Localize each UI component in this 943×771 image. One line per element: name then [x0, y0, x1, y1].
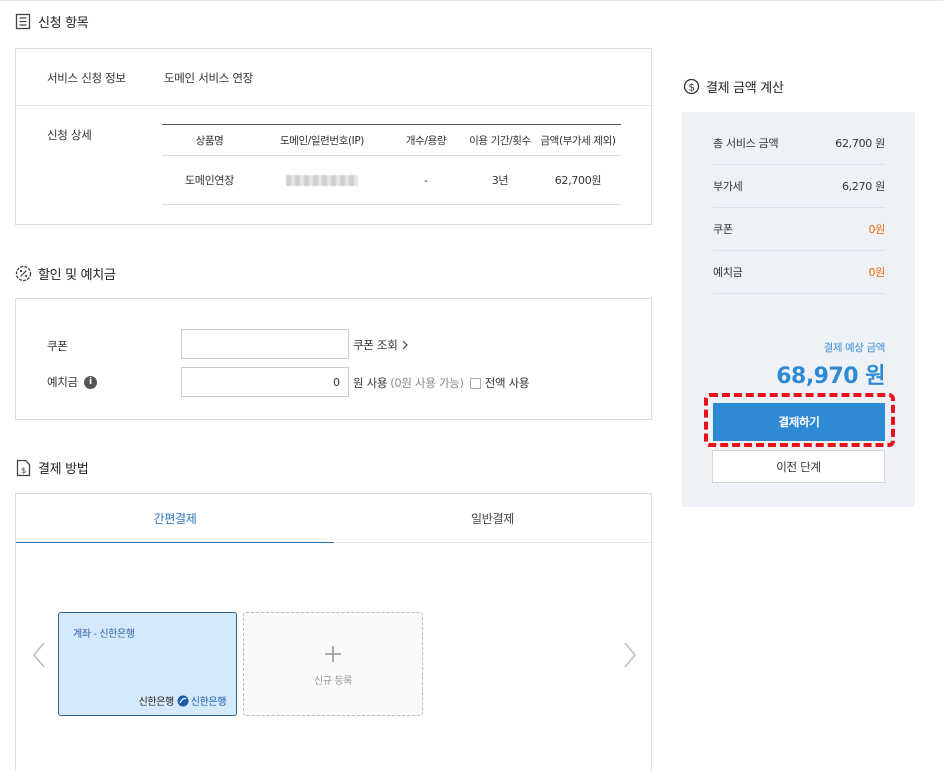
deposit-input[interactable]: [181, 367, 349, 397]
service-info-value: 도메인 서비스 연장: [164, 71, 253, 85]
section-title-summary: $ 결제 금액 계산: [682, 77, 784, 96]
summary-label: 총 서비스 금액: [713, 137, 779, 150]
table-row: 도메인연장 - 3년 62,700원: [162, 155, 621, 205]
summary-label: 예치금: [713, 266, 743, 279]
row-divider: [16, 105, 651, 106]
table-header-row: 상품명 도메인/일련번호(IP) 개수/용량 이용 기간/횟수 금액(부가세 제…: [162, 124, 621, 156]
deposit-label-wrap: 예치금 i: [47, 374, 97, 390]
plus-icon: [324, 645, 342, 666]
expected-amount: 68,970 원: [776, 364, 885, 389]
cell-domain: [257, 155, 387, 205]
summary-value: 62,700 원: [835, 137, 885, 150]
section-title-text: 결제 방법: [38, 462, 89, 477]
coupon-lookup-link[interactable]: 쿠폰 조회: [353, 337, 409, 353]
detail-table: 상품명 도메인/일련번호(IP) 개수/용량 이용 기간/횟수 금액(부가세 제…: [162, 124, 621, 205]
tab-divider: [334, 542, 651, 543]
use-all-label[interactable]: 전액 사용: [485, 375, 530, 391]
application-box: 서비스 신청 정보 도메인 서비스 연장 신청 상세 상품명 도메인/일련번호(…: [15, 48, 652, 225]
payment-summary-panel: 총 서비스 금액 62,700 원 부가세 6,270 원 쿠폰 0원 예치금 …: [682, 112, 915, 507]
tab-easy-pay[interactable]: 간편결제: [16, 494, 334, 543]
carousel-next-arrow[interactable]: [623, 642, 637, 668]
card-logo-text: 신한은행: [190, 697, 227, 708]
col-domain: 도메인/일련번호(IP): [257, 124, 387, 156]
col-amount: 금액(부가세 제외): [535, 124, 621, 156]
summary-label: 쿠폰: [713, 223, 733, 236]
add-card-label: 신규 등록: [314, 676, 352, 687]
card-bank-name: 신한은행: [138, 697, 175, 708]
highlight-annotation: [704, 393, 895, 447]
summary-label: 부가세: [713, 180, 743, 193]
tab-normal-pay[interactable]: 일반결제: [334, 494, 651, 543]
redacted-domain: [286, 175, 358, 186]
summary-row-total: 총 서비스 금액 62,700 원: [713, 122, 885, 165]
coupon-input[interactable]: [181, 329, 349, 359]
col-product: 상품명: [162, 124, 257, 156]
cell-qty: -: [387, 155, 465, 205]
section-title-discount: 할인 및 예치금: [14, 264, 116, 283]
svg-text:$: $: [21, 466, 26, 475]
chevron-right-icon: [402, 340, 409, 350]
card-bank-row: 신한은행 신한은행: [139, 693, 226, 708]
section-title-application: 신청 항목: [14, 12, 89, 31]
dollar-circle-icon: $: [682, 78, 700, 96]
summary-row-coupon: 쿠폰 0원: [713, 208, 885, 251]
detail-label: 신청 상세: [47, 128, 92, 142]
deposit-hint: (0원 사용 가능): [390, 376, 464, 390]
carousel-prev-arrow[interactable]: [32, 642, 46, 668]
deposit-unit: 원 사용: [353, 376, 388, 390]
payment-card-shinhan[interactable]: 계좌 - 신한은행 신한은행 신한은행: [58, 612, 237, 716]
section-title-text: 신청 항목: [38, 16, 89, 31]
card-title: 계좌 - 신한은행: [73, 629, 135, 640]
receipt-dollar-icon: $: [14, 459, 32, 477]
percent-badge-icon: [14, 265, 32, 283]
section-title-text: 결제 금액 계산: [706, 81, 784, 96]
cell-product: 도메인연장: [162, 155, 257, 205]
summary-value: 6,270 원: [841, 180, 885, 193]
info-icon[interactable]: i: [83, 375, 97, 389]
shinhan-logo-icon: [177, 695, 189, 707]
cell-amount: 62,700원: [535, 155, 621, 205]
svg-text:$: $: [688, 82, 694, 93]
col-period: 이용 기간/횟수: [465, 124, 535, 156]
section-title-payment: $ 결제 방법: [14, 458, 89, 477]
cell-period: 3년: [465, 155, 535, 205]
previous-step-button[interactable]: 이전 단계: [712, 450, 885, 483]
use-all-checkbox[interactable]: [469, 377, 481, 389]
document-list-icon: [14, 13, 32, 31]
coupon-lookup-text: 쿠폰 조회: [353, 338, 398, 352]
deposit-label: 예치금: [47, 375, 78, 389]
section-title-text: 할인 및 예치금: [38, 268, 116, 283]
summary-value: 0원: [868, 223, 885, 236]
add-payment-card[interactable]: 신규 등록: [243, 612, 423, 716]
summary-row-vat: 부가세 6,270 원: [713, 165, 885, 208]
coupon-label: 쿠폰: [47, 339, 68, 353]
summary-row-deposit: 예치금 0원: [713, 251, 885, 294]
service-info-label: 서비스 신청 정보: [47, 71, 126, 85]
deposit-use-row: 원 사용 (0원 사용 가능) 전액 사용: [353, 375, 530, 391]
expected-amount-label: 결제 예상 금액: [823, 342, 886, 354]
payment-box: 간편결제 일반결제 계좌 - 신한은행 신한은행 신한은행 신규 등록: [15, 493, 652, 771]
col-qty: 개수/용량: [387, 124, 465, 156]
top-border: [0, 0, 943, 1]
discount-box: 쿠폰 쿠폰 조회 예치금 i 원 사용 (0원 사용 가능) 전액 사용: [15, 298, 652, 420]
summary-value: 0원: [868, 266, 885, 279]
